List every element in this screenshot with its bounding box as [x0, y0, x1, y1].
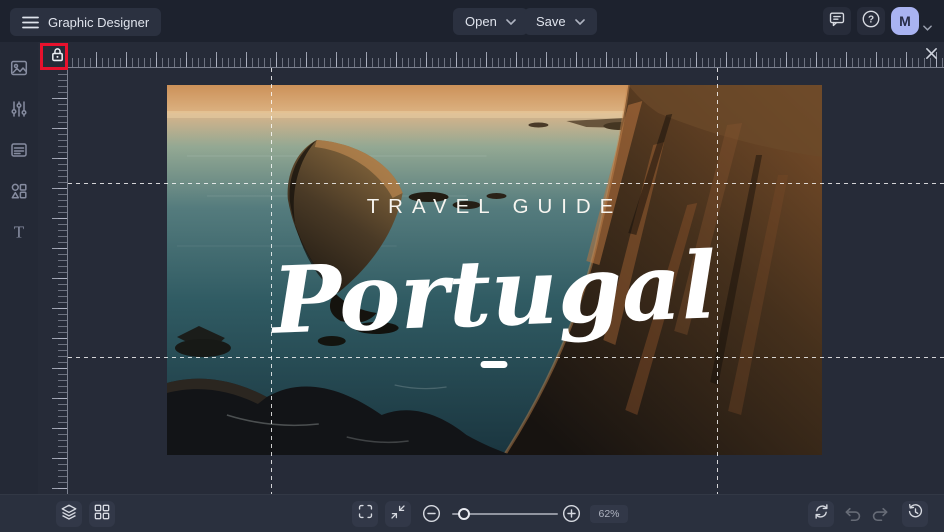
text-icon: T: [9, 222, 29, 242]
ruler-vertical[interactable]: [46, 68, 68, 494]
ruler-lock-button[interactable]: [47, 47, 67, 67]
account-chevron-down-icon[interactable]: [923, 18, 932, 36]
svg-text:?: ?: [868, 14, 874, 25]
redo-button[interactable]: [871, 504, 890, 528]
user-avatar[interactable]: M: [891, 7, 919, 35]
layout-icon: [9, 140, 29, 160]
zoom-out-icon: [421, 503, 442, 529]
guide-horizontal-bottom[interactable]: [68, 357, 944, 358]
zoom-level-value: 62%: [598, 508, 620, 520]
tool-sidebar: T: [0, 42, 38, 494]
refresh-icon: [813, 503, 830, 525]
fit-screen-icon: [390, 504, 406, 525]
guide-horizontal-top[interactable]: [68, 183, 944, 184]
sidebar-item-templates[interactable]: [8, 139, 30, 161]
avatar-initial: M: [899, 13, 911, 29]
app-title: Graphic Designer: [48, 14, 150, 30]
zoom-out-button[interactable]: [421, 503, 442, 529]
svg-text:T: T: [14, 223, 25, 242]
sidebar-item-text[interactable]: T: [8, 221, 30, 243]
chevron-down-icon: [506, 18, 516, 25]
lock-icon: [49, 46, 66, 68]
workspace: T TRAVEL GUIDE Portugal: [0, 42, 944, 494]
canvas-divider-dash: [480, 361, 508, 368]
grid-icon: [94, 504, 110, 525]
ruler-horizontal[interactable]: [66, 46, 944, 68]
bottom-bar: 62%: [0, 494, 944, 532]
zoom-slider-handle[interactable]: [458, 508, 470, 520]
portugal-photo: TRAVEL GUIDE Portugal: [167, 85, 822, 455]
hamburger-icon: [22, 16, 39, 29]
shapes-icon: [9, 181, 29, 201]
refresh-button[interactable]: [808, 501, 834, 527]
canvas-title-text: Portugal: [267, 231, 718, 355]
open-button[interactable]: Open: [453, 8, 528, 35]
undo-icon: [843, 504, 862, 528]
sidebar-item-image[interactable]: [8, 57, 30, 79]
fullscreen-button[interactable]: [352, 501, 378, 527]
save-label: Save: [536, 14, 566, 29]
save-button[interactable]: Save: [524, 8, 597, 35]
guide-vertical-right[interactable]: [717, 68, 718, 494]
fullscreen-icon: [357, 503, 374, 525]
zoom-in-icon: [561, 503, 582, 529]
sidebar-item-graphics[interactable]: [8, 180, 30, 202]
top-bar: Graphic Designer Open Save ? M: [0, 0, 944, 42]
close-icon: [925, 47, 938, 65]
open-label: Open: [465, 14, 497, 29]
zoom-in-button[interactable]: [561, 503, 582, 529]
fit-to-screen-button[interactable]: [385, 501, 411, 527]
main-menu-button[interactable]: Graphic Designer: [10, 8, 162, 36]
layers-button[interactable]: [56, 501, 82, 527]
canvas-eyebrow-text: TRAVEL GUIDE: [367, 195, 623, 218]
sidebar-item-edit[interactable]: [8, 98, 30, 120]
comment-icon: [828, 10, 846, 33]
adjustments-icon: [9, 99, 29, 119]
design-canvas[interactable]: TRAVEL GUIDE Portugal: [167, 85, 822, 455]
grid-view-button[interactable]: [89, 501, 115, 527]
layers-icon: [60, 503, 78, 526]
history-button[interactable]: [902, 501, 928, 527]
help-icon: ?: [861, 9, 881, 34]
undo-button[interactable]: [843, 504, 862, 528]
chevron-down-icon: [574, 18, 585, 25]
redo-icon: [871, 504, 890, 528]
feedback-button[interactable]: [823, 7, 851, 35]
image-icon: [9, 58, 29, 78]
graphic-designer-app: Graphic Designer Open Save ? M T TRAVEL …: [0, 0, 944, 532]
close-guides-button[interactable]: [922, 47, 940, 65]
guide-vertical-left[interactable]: [271, 68, 272, 494]
history-icon: [907, 503, 924, 525]
help-button[interactable]: ?: [857, 7, 885, 35]
zoom-level-field[interactable]: 62%: [590, 505, 628, 523]
